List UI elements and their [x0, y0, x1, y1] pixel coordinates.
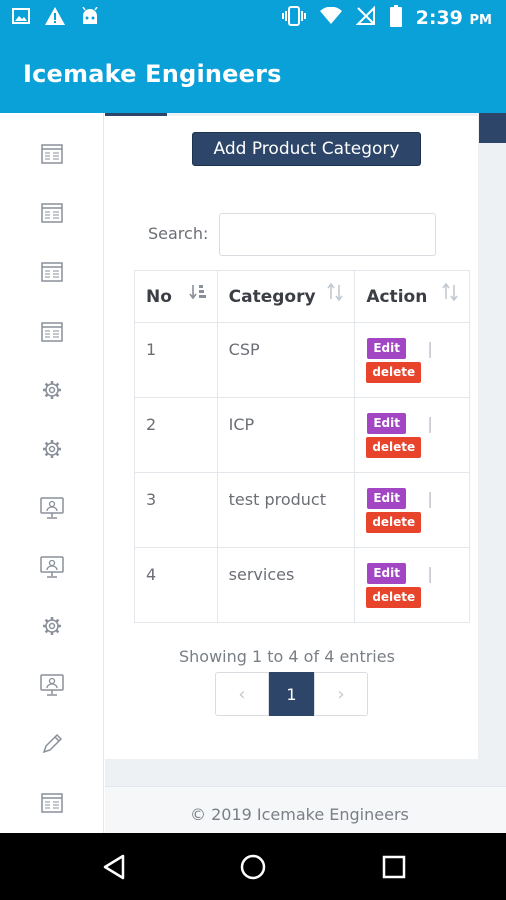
table-icon[interactable]: [40, 260, 64, 284]
pagination-prev-button[interactable]: ‹: [215, 672, 269, 716]
gear-icon[interactable]: [40, 614, 64, 638]
gear-icon[interactable]: [40, 378, 64, 402]
clock: 2:39 PM: [415, 7, 492, 29]
app-bar: Icemake Engineers: [0, 36, 506, 113]
column-label: Action: [366, 287, 428, 307]
alert-icon: [44, 6, 66, 30]
android-icon: [80, 6, 100, 29]
cell-category: services: [216, 547, 356, 623]
footer: © 2019 Icemake Engineers: [105, 786, 506, 833]
cell-no: 4: [134, 547, 218, 623]
delete-button[interactable]: delete: [366, 512, 422, 533]
table-icon[interactable]: [40, 791, 64, 815]
cell-category: test product: [216, 472, 356, 548]
edit-button[interactable]: Edit: [367, 563, 406, 584]
sidebar: [0, 113, 104, 833]
action-separator: |: [427, 489, 433, 508]
recents-icon[interactable]: [378, 851, 410, 883]
monitor-icon[interactable]: [40, 673, 64, 697]
cell-no: 3: [134, 472, 218, 548]
table-row: 2 ICP Edit delete |: [134, 397, 470, 473]
home-icon[interactable]: [237, 851, 269, 883]
wifi-icon: [319, 6, 342, 29]
monitor-icon[interactable]: [40, 496, 64, 520]
table-row: 4 services Edit delete |: [134, 547, 470, 623]
table-info: Showing 1 to 4 of 4 entries: [179, 647, 395, 666]
pagination-page-button[interactable]: 1: [269, 672, 314, 716]
category-card: Add Product Category Search: No Category: [105, 116, 478, 759]
cell-action: Edit delete |: [354, 472, 470, 548]
table-icon[interactable]: [40, 142, 64, 166]
column-label: No: [146, 287, 172, 307]
action-separator: |: [427, 339, 433, 358]
add-product-category-button[interactable]: Add Product Category: [192, 132, 421, 166]
system-nav-bar: [0, 833, 506, 900]
pagination: ‹ 1 ›: [215, 672, 368, 716]
status-bar: 2:39 PM: [0, 0, 506, 36]
edit-button[interactable]: Edit: [367, 488, 406, 509]
no-signal-icon: [355, 5, 376, 30]
cell-action: Edit delete |: [354, 547, 470, 623]
category-table: No Category Action 1 CSP Edit delete | 2…: [134, 270, 470, 623]
back-icon[interactable]: [98, 851, 130, 883]
search-input[interactable]: [219, 213, 436, 256]
cell-no: 1: [134, 322, 218, 398]
main-content: Add Product Category Search: No Category: [105, 113, 506, 833]
action-separator: |: [427, 414, 433, 433]
edit-button[interactable]: Edit: [367, 413, 406, 434]
table-row: 1 CSP Edit delete |: [134, 322, 470, 398]
gear-icon[interactable]: [40, 437, 64, 461]
cell-action: Edit delete |: [354, 397, 470, 473]
table-row: 3 test product Edit delete |: [134, 472, 470, 548]
delete-button[interactable]: delete: [366, 362, 422, 383]
pencil-icon[interactable]: [40, 732, 64, 756]
pagination-next-button[interactable]: ›: [314, 672, 368, 716]
sort-icon[interactable]: [441, 282, 459, 305]
cell-category: CSP: [216, 322, 356, 398]
battery-icon: [389, 5, 402, 31]
edit-button[interactable]: Edit: [367, 338, 406, 359]
table-icon[interactable]: [40, 320, 64, 344]
cell-action: Edit delete |: [354, 322, 470, 398]
monitor-icon[interactable]: [40, 555, 64, 579]
cell-no: 2: [134, 397, 218, 473]
action-separator: |: [427, 564, 433, 583]
sort-icon[interactable]: [326, 282, 344, 305]
search-label: Search:: [148, 224, 209, 243]
table-icon[interactable]: [40, 201, 64, 225]
top-accent-right: [479, 113, 506, 143]
delete-button[interactable]: delete: [366, 437, 422, 458]
footer-copyright: © 2019 Icemake Engineers: [190, 805, 409, 824]
column-label: Category: [228, 287, 316, 307]
cell-category: ICP: [216, 397, 356, 473]
column-header-category[interactable]: Category: [216, 270, 356, 323]
vibrate-icon: [281, 6, 306, 30]
column-header-action[interactable]: Action: [354, 270, 470, 323]
column-header-no[interactable]: No: [134, 270, 218, 323]
table-header-row: No Category Action: [134, 270, 470, 323]
sort-desc-icon[interactable]: [189, 283, 207, 305]
delete-button[interactable]: delete: [366, 587, 422, 608]
image-icon: [12, 7, 30, 29]
app-title: Icemake Engineers: [23, 60, 282, 88]
